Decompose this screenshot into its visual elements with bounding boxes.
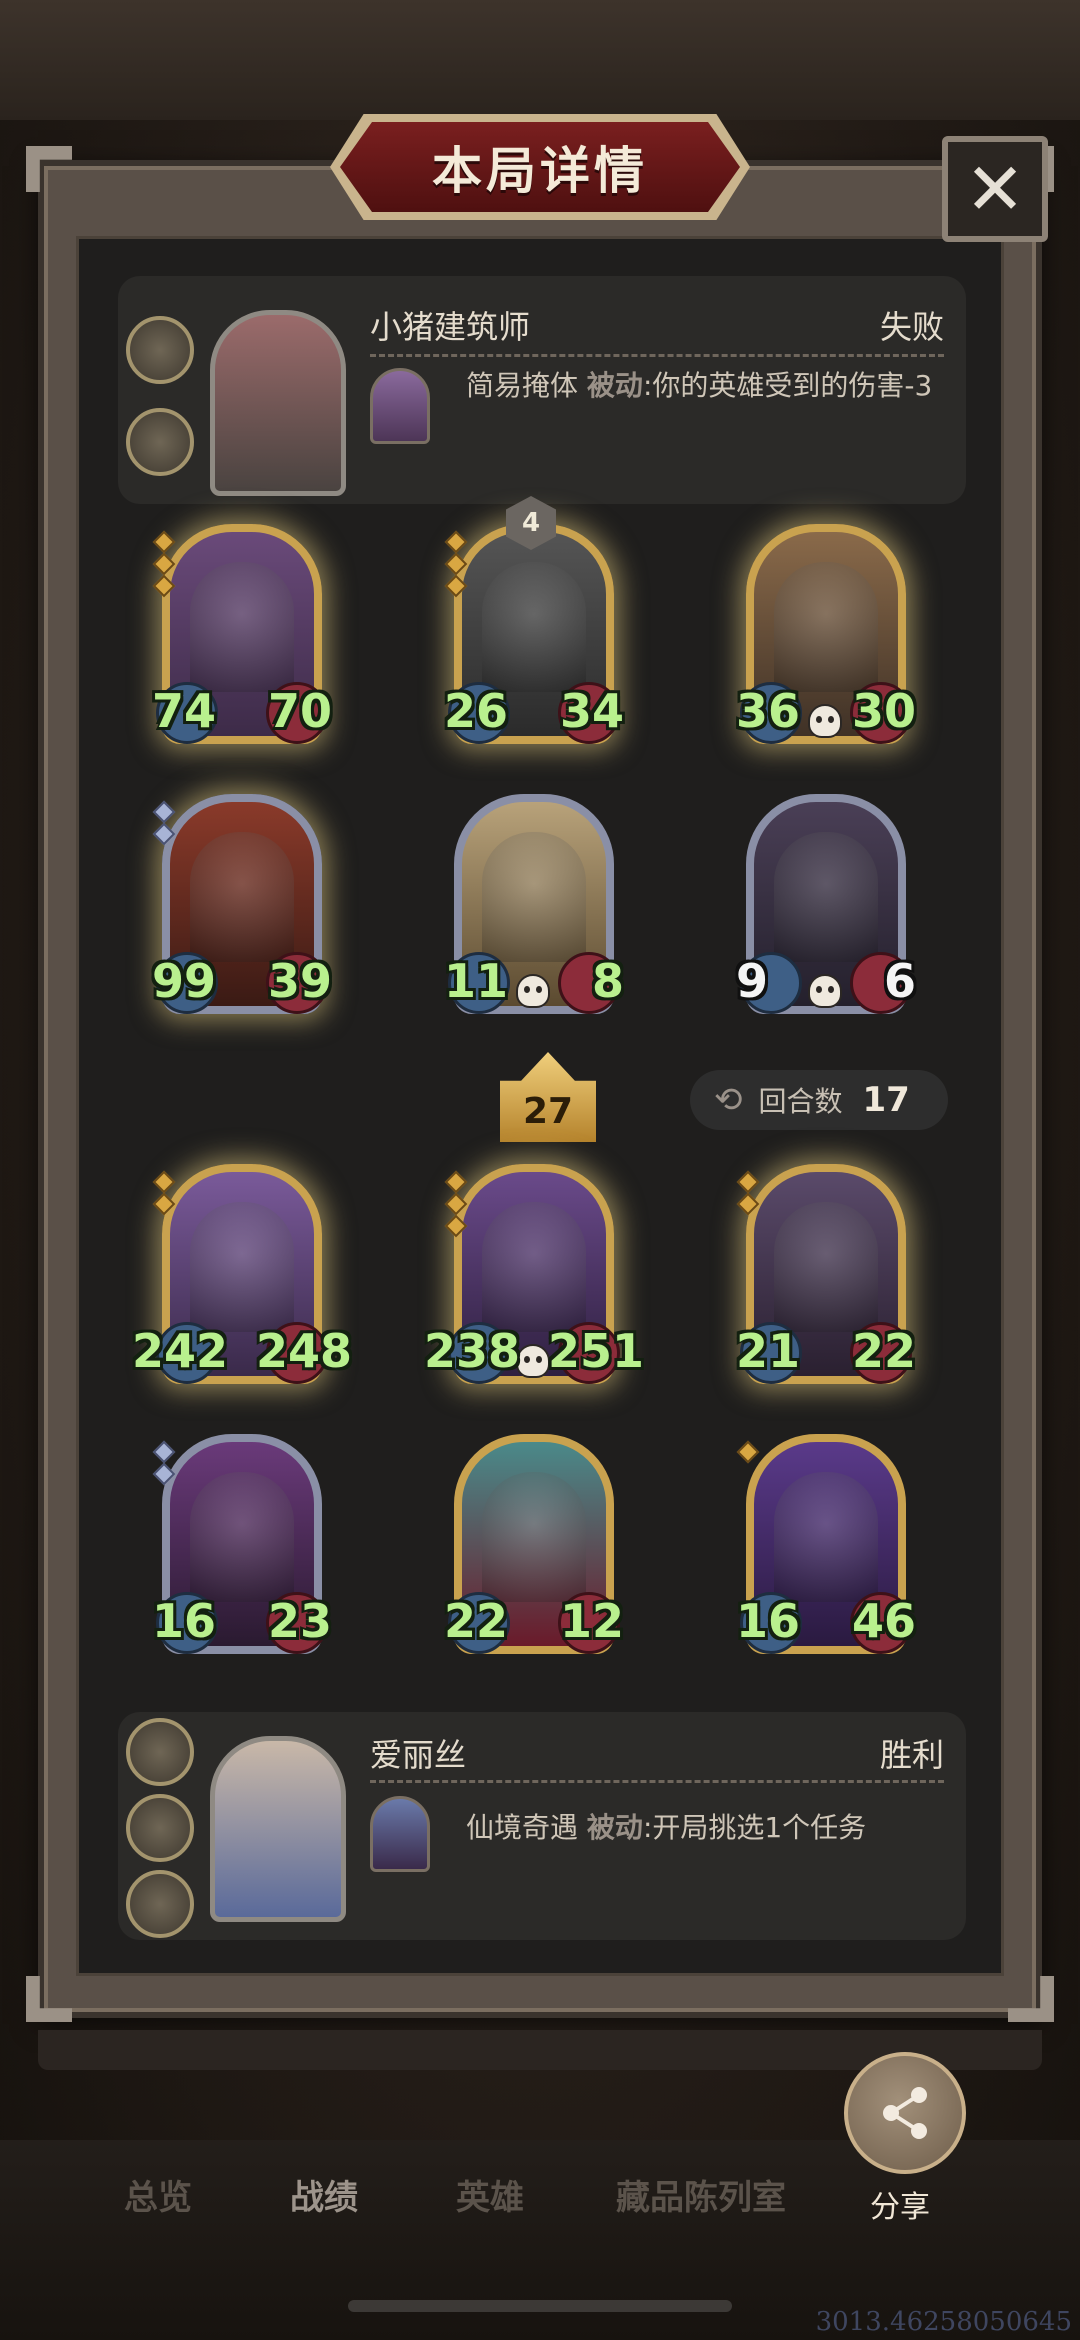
title-banner: 本局详情 <box>340 122 740 212</box>
player-name: 爱丽丝 <box>370 1736 467 1774</box>
minion-attack: 99 <box>152 954 217 1008</box>
page-title: 本局详情 <box>432 142 648 200</box>
minion-card[interactable]: 4 26 34 <box>444 496 624 762</box>
skull-icon <box>516 974 550 1008</box>
tab-heroes[interactable]: 英雄 <box>456 2170 524 2219</box>
player-result: 胜利 <box>879 1736 944 1774</box>
hero-power-icon <box>370 368 430 444</box>
minion-health: 251 <box>547 1324 644 1378</box>
minion-health: 22 <box>851 1324 916 1378</box>
minion-attack: 16 <box>736 1594 801 1648</box>
tavern-level: 27 <box>522 1091 574 1132</box>
minion-card[interactable]: 16 46 <box>736 1434 916 1672</box>
tab-collection[interactable]: 藏品陈列室 <box>616 2170 786 2219</box>
minion-health: 23 <box>267 1594 332 1648</box>
minion-card[interactable]: 16 23 <box>152 1434 332 1672</box>
minion-health: 6 <box>883 954 916 1008</box>
minion-attack: 21 <box>736 1324 801 1378</box>
minion-card[interactable]: 99 39 <box>152 794 332 1032</box>
trinket-icon <box>126 408 194 476</box>
divider <box>370 354 944 357</box>
hero-power-text: 简易掩体 被动:你的英雄受到的伤害-3 <box>466 366 944 406</box>
tab-overview[interactable]: 总览 <box>124 2170 192 2219</box>
skull-icon <box>808 974 842 1008</box>
minion-health: 70 <box>267 684 332 738</box>
player-result: 失败 <box>879 308 944 346</box>
minion-card[interactable]: 36 30 <box>736 524 916 762</box>
minion-attack: 242 <box>132 1324 229 1378</box>
share-icon <box>883 2087 927 2139</box>
skull-icon <box>808 704 842 738</box>
player-panel: 爱丽丝 胜利 仙境奇遇 被动:开局挑选1个任务 <box>118 1712 966 1940</box>
trinket-icon <box>126 1718 194 1786</box>
round-icon: ⟲ <box>714 1080 743 1120</box>
ability-type: 被动 <box>586 1811 643 1844</box>
round-label: 回合数 <box>758 1085 843 1118</box>
home-indicator[interactable] <box>348 2300 732 2312</box>
trinket-icon <box>126 1794 194 1862</box>
ability-desc: :你的英雄受到的伤害-3 <box>642 369 933 402</box>
ability-type: 被动 <box>586 369 643 402</box>
minion-card[interactable]: 74 70 <box>152 524 332 762</box>
minion-health: 30 <box>851 684 916 738</box>
round-counter: ⟲ 回合数 17 <box>690 1070 948 1130</box>
minion-attack: 74 <box>152 684 217 738</box>
close-icon: ✕ <box>964 147 1026 231</box>
tab-records[interactable]: 战绩 <box>290 2170 358 2219</box>
minion-health: 248 <box>255 1324 352 1378</box>
minion-attack: 36 <box>736 684 801 738</box>
top-background <box>0 0 1080 120</box>
hero-avatar <box>210 310 346 496</box>
round-value: 17 <box>862 1080 910 1120</box>
player-name: 小猪建筑师 <box>370 308 531 346</box>
minion-card[interactable]: 21 22 <box>736 1164 916 1402</box>
minion-card[interactable]: 11 8 <box>444 794 624 1032</box>
opponent-panel: 小猪建筑师 失败 简易掩体 被动:你的英雄受到的伤害-3 <box>118 276 966 504</box>
hero-power-text: 仙境奇遇 被动:开局挑选1个任务 <box>466 1808 944 1848</box>
minion-attack: 9 <box>736 954 769 1008</box>
trinket-icon <box>126 1870 194 1938</box>
minion-attack: 26 <box>444 684 509 738</box>
share-button[interactable] <box>844 2052 966 2174</box>
ability-desc: :开局挑选1个任务 <box>642 1811 867 1844</box>
minion-health: 8 <box>591 954 624 1008</box>
minion-card[interactable]: 242 248 <box>132 1164 352 1402</box>
minion-attack: 11 <box>444 954 509 1008</box>
minion-card[interactable]: 22 12 <box>444 1434 624 1672</box>
divider <box>370 1780 944 1783</box>
skull-icon <box>516 1344 550 1378</box>
minion-health: 12 <box>559 1594 624 1648</box>
minion-health: 34 <box>559 684 624 738</box>
coordinate-readout: 3013.46258050645 <box>815 2307 1072 2337</box>
minion-attack: 16 <box>152 1594 217 1648</box>
minion-card[interactable]: 9 6 <box>736 794 916 1032</box>
trinket-icon <box>126 316 194 384</box>
share-label: 分享 <box>870 2190 930 2225</box>
minion-card[interactable]: 238 251 <box>424 1164 644 1402</box>
minion-health: 46 <box>851 1594 916 1648</box>
minion-health: 39 <box>267 954 332 1008</box>
ability-name: 仙境奇遇 <box>466 1811 579 1844</box>
ability-name: 简易掩体 <box>466 369 579 402</box>
minion-attack: 238 <box>424 1324 521 1378</box>
hero-avatar <box>210 1736 346 1922</box>
hero-power-icon <box>370 1796 430 1872</box>
close-button[interactable]: ✕ <box>942 136 1048 242</box>
minion-attack: 22 <box>444 1594 509 1648</box>
